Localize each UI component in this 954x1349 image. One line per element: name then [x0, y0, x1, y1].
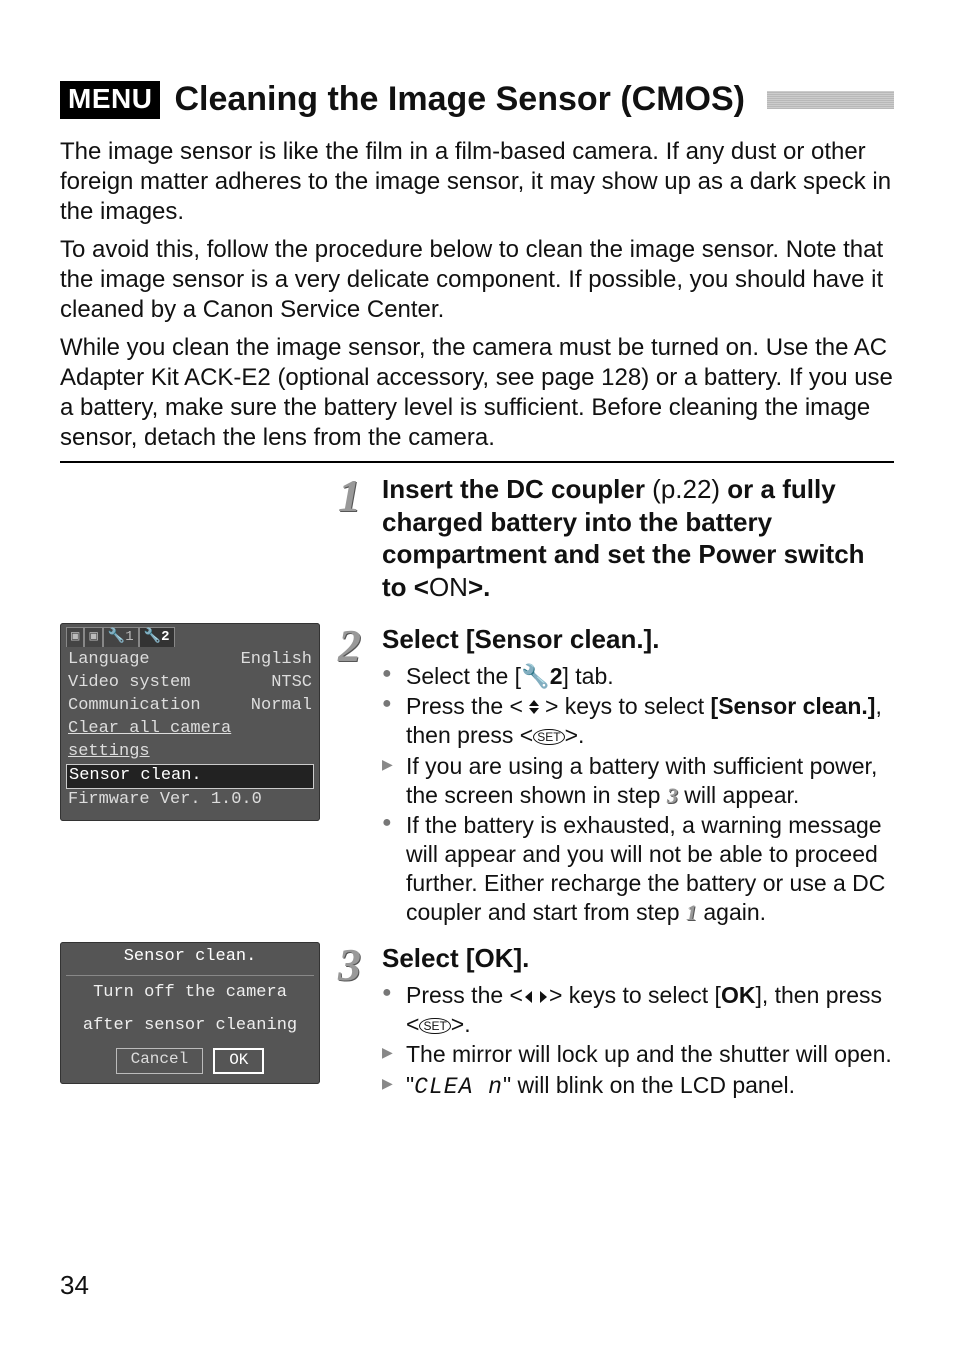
text: " [406, 1072, 414, 1098]
ok-label: OK [721, 982, 756, 1008]
lcd-tab-3: 🔧2 [139, 627, 175, 647]
left-right-arrows-icon [523, 989, 549, 1005]
step-2-bullet-2: Press the < > keys to select [Sensor clea… [382, 692, 894, 750]
lcd-row-comm: Communication Normal [66, 695, 314, 718]
menu-item-name: [Sensor clean.] [711, 693, 876, 719]
step-2: ▣ ▣ 🔧1 🔧2 Language English Video system NT… [60, 623, 894, 928]
lcd-row-value: NTSC [271, 672, 312, 695]
intro-paragraph-3: While you clean the image sensor, the ca… [60, 333, 894, 453]
text: ] tab. [563, 663, 614, 689]
lcd-row-value: Normal [251, 695, 312, 718]
tab-name: 🔧2 [521, 663, 562, 689]
set-button-icon: SET [533, 729, 564, 745]
step-2-heading: Select [Sensor clean.]. [382, 623, 894, 656]
up-down-arrows-icon [523, 698, 545, 716]
title-decor-bar [767, 91, 894, 109]
text: Select the [ [406, 663, 521, 689]
lcd-cancel-button: Cancel [116, 1048, 204, 1074]
lcd-dialog-msg2: after sensor cleaning [66, 1015, 314, 1038]
lcd-row-label: Clear all camera settings [68, 718, 312, 764]
step-1-page-ref: (p.22) [652, 474, 720, 504]
text: Press the < [406, 693, 523, 719]
step-2-result-1: If you are using a battery with sufficie… [382, 752, 894, 810]
lcd-dialog-title: Sensor clean. [66, 946, 314, 969]
lcd-row-label: Language [68, 649, 150, 672]
lcd-row-video: Video system NTSC [66, 672, 314, 695]
lcd-row-language: Language English [66, 649, 314, 672]
step-2-bullet-3: If the battery is exhausted, a warning m… [382, 811, 894, 926]
lcd-dialog-msg1: Turn off the camera [66, 982, 314, 1005]
lcd-menu-screenshot: ▣ ▣ 🔧1 🔧2 Language English Video system NT… [60, 623, 320, 821]
lcd-tab-2: 🔧1 [103, 627, 139, 647]
step-ref-3: 3 [667, 783, 678, 808]
text: > keys to select [545, 693, 711, 719]
set-button-icon: SET [419, 1018, 450, 1034]
lcd-row-sensor-clean: Sensor clean. [66, 764, 314, 789]
step-2-bullet-1: Select the [🔧2] tab. [382, 662, 894, 691]
lcd-panel-code: CLEA n [414, 1074, 503, 1100]
step-ref-1: 1 [686, 900, 697, 925]
text: " will blink on the LCD panel. [503, 1072, 795, 1098]
lcd-tab-0: ▣ [66, 627, 84, 647]
page-number: 34 [60, 1270, 89, 1301]
lcd-dialog-screenshot: Sensor clean. Turn off the camera after … [60, 942, 320, 1083]
lcd-row-label: Firmware Ver. 1.0.0 [68, 789, 262, 812]
text: If the battery is exhausted, a warning m… [406, 812, 885, 924]
text: again. [697, 899, 766, 925]
step-1-heading-a: Insert the DC coupler [382, 474, 652, 504]
lcd-row-value: English [241, 649, 312, 672]
step-1-heading-c: >. [468, 572, 490, 602]
lcd-divider [66, 975, 314, 976]
step-3-result-2: "CLEA n" will blink on the LCD panel. [382, 1071, 894, 1102]
step-number-1: 1 [338, 473, 372, 609]
step-1-heading: Insert the DC coupler (p.22) or a fully … [382, 473, 894, 603]
lcd-row-label: Communication [68, 695, 201, 718]
step-1-on-label: ON [429, 572, 468, 602]
menu-badge: MENU [60, 81, 160, 119]
text: >. [565, 722, 585, 748]
page-title-row: MENU Cleaning the Image Sensor (CMOS) [60, 80, 894, 119]
step-3-result-1: The mirror will lock up and the shutter … [382, 1040, 894, 1069]
lcd-row-firmware: Firmware Ver. 1.0.0 [66, 789, 314, 812]
lcd-tabs: ▣ ▣ 🔧1 🔧2 [66, 627, 314, 647]
step-number-2: 2 [338, 623, 372, 928]
step-3: Sensor clean. Turn off the camera after … [60, 942, 894, 1104]
lcd-row-label: Video system [68, 672, 190, 695]
text: Press the < [406, 982, 523, 1008]
lcd-row-label: Sensor clean. [69, 765, 202, 788]
intro-paragraph-1: The image sensor is like the film in a f… [60, 137, 894, 227]
divider [60, 461, 894, 463]
page-title: Cleaning the Image Sensor (CMOS) [174, 80, 745, 119]
step-1: 1 Insert the DC coupler (p.22) or a full… [60, 473, 894, 609]
step-number-3: 3 [338, 942, 372, 1104]
lcd-ok-button: OK [213, 1048, 264, 1074]
text: will appear. [678, 782, 799, 808]
text: If you are using a battery with sufficie… [406, 753, 877, 808]
step-3-bullet-1: Press the <> keys to select [OK], then p… [382, 981, 894, 1039]
step-3-heading: Select [OK]. [382, 942, 894, 975]
lcd-row-clear: Clear all camera settings [66, 718, 314, 764]
intro-paragraph-2: To avoid this, follow the procedure belo… [60, 235, 894, 325]
text: > keys to select [ [549, 982, 721, 1008]
lcd-tab-1: ▣ [84, 627, 102, 647]
text: >. [451, 1011, 471, 1037]
